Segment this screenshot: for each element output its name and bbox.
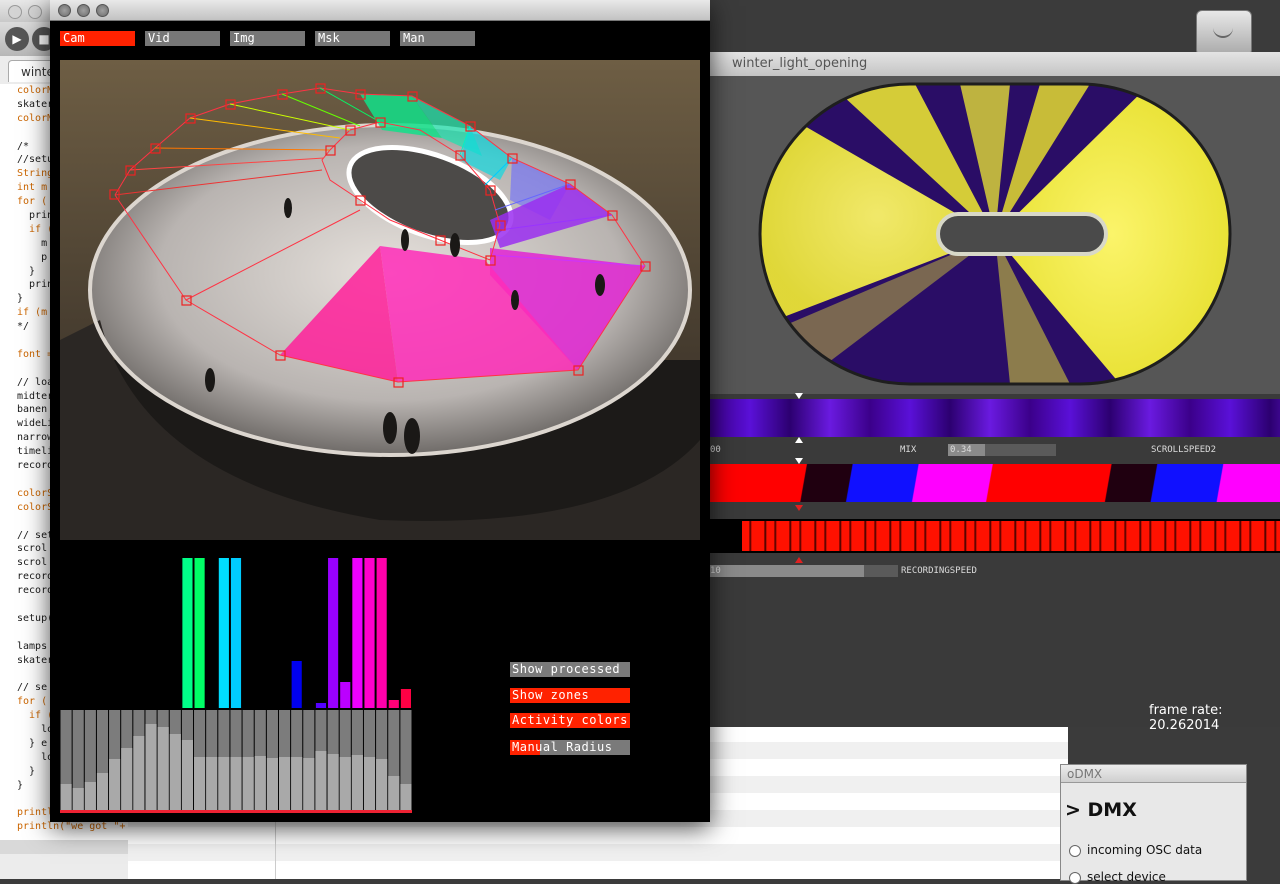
zone-activity-bar [352,558,363,708]
mix-slider[interactable]: 0.34 [948,444,1056,456]
tracking-window: Cam Vid Img Msk Man Show processed Show … [50,0,710,822]
mix-left-value: 00 [710,445,721,455]
incoming-osc-label: incoming OSC data [1087,843,1203,857]
zone-history-bar [266,758,278,810]
zone-activity-bar [315,703,327,708]
mix-value: 0.34 [950,445,972,455]
zone-history-bar [278,757,291,810]
minimize-icon[interactable] [28,5,42,19]
zone-activity-bar [364,558,375,708]
dmx-heading: > DMX [1065,799,1137,821]
zone-activity-bar [218,558,229,708]
recordingspeed-slider[interactable]: 10 [710,565,898,577]
zone-history-bar [145,724,157,810]
zone-history-bar [169,734,181,810]
activity-colors-toggle[interactable]: Activity colors [510,713,630,728]
zone-history-bar [363,757,376,810]
osc-radio[interactable] [1069,845,1081,857]
scrollspeed-label: SCROLLSPEED2 [1151,445,1217,455]
zone-history-bar [133,736,145,810]
zoom-icon[interactable] [96,4,109,17]
show-zones-toggle[interactable]: Show zones [510,688,630,703]
close-icon[interactable] [58,4,71,17]
viz-window-title: winter_light_opening [732,56,868,71]
zone-history-bar [315,751,327,810]
record-marker [795,505,803,511]
record-marker [795,557,803,563]
zone-history-bar [84,782,96,810]
recordingspeed-label: RECORDINGSPEED [901,566,977,576]
zone-activity-bars [60,558,412,813]
list-row[interactable] [128,844,1068,861]
show-processed-toggle[interactable]: Show processed [510,662,630,677]
main-titlebar [50,0,710,21]
mix-label: MIX [900,445,917,455]
zone-activity-bar [291,661,302,708]
code-line: println("we got "+ [17,821,126,833]
zone-history-bar [254,756,266,810]
zone-history-bar [96,773,109,810]
zone-history-bar [157,727,169,810]
zone-history-bar [181,740,194,810]
zone-activity-bar [230,558,242,708]
zone-history-bar [121,748,133,810]
camera-view[interactable] [60,60,700,540]
run-button[interactable]: ▶ [5,27,29,51]
zone-activity-bar [328,558,339,708]
zone-history-bar [109,759,121,810]
dmx-titlebar: oDMX [1061,765,1246,783]
zone-activity-bar [194,558,205,708]
zone-history-bar [72,788,84,810]
zone-history-bar [291,757,303,810]
zone-activity-bar [376,558,387,708]
frame-rate-readout: frame rate: 20.262014 [1149,703,1223,733]
purple-color-strip [710,399,1280,437]
zone-history-bar [327,754,339,810]
zone-history-bar [388,776,400,810]
mix-slider-row: 00 MIX 0.34 SCROLLSPEED2 [710,444,1280,456]
rink-visualization [710,76,1280,394]
playhead-marker [795,437,803,443]
recording-data [742,521,1280,551]
zone-history-bar [230,757,242,810]
zone-activity-chart [60,558,412,814]
zone-color-strip [710,464,1280,502]
close-icon[interactable] [8,5,22,19]
manual-radius-label: Manual Radius [512,740,613,754]
rink-oval-graphic [758,82,1232,386]
zone-history-bar [339,757,351,810]
select-device-radio[interactable] [1069,872,1081,884]
zone-history-bar [303,758,315,810]
zone-history-bar [242,757,254,810]
tab-cam[interactable]: Cam [60,31,135,46]
zone-history-bar [351,755,363,810]
recordingspeed-fill [710,565,865,577]
minimize-icon[interactable] [77,4,90,17]
zone-history-bar [206,757,218,810]
tab-img[interactable]: Img [230,31,305,46]
zone-history-bar [400,784,412,810]
zone-activity-bar [182,558,193,708]
viz-titlebar: winter_light_opening [710,52,1280,77]
tab-vid[interactable]: Vid [145,31,220,46]
tab-msk[interactable]: Msk [315,31,390,46]
dmx-window: oDMX > DMX incoming OSC data select devi… [1060,764,1247,884]
camera-image [60,60,700,540]
manual-radius-slider[interactable]: Manual Radius [510,740,630,755]
zone-history-bar [194,757,206,810]
zone-history-bar [376,759,388,810]
zone-history-bar [60,784,72,810]
visualization-window: winter_light_opening [710,52,1280,727]
select-device-label: select device [1087,870,1166,884]
rec-value: 10 [710,566,721,576]
zone-activity-bar [400,689,411,708]
zone-history-bar [218,757,230,810]
zone-activity-bar [388,700,399,708]
tab-man[interactable]: Man [400,31,475,46]
zone-activity-bar [340,682,351,708]
recordingspeed-row: 10 RECORDINGSPEED [710,565,1280,577]
zone-baseline [60,810,412,813]
